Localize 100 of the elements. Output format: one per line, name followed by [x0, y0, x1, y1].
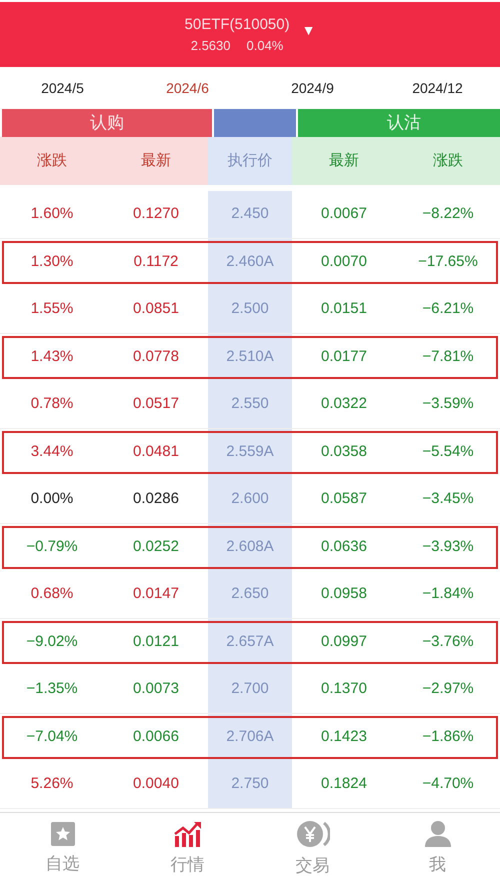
- table-cell-text: 2.750: [231, 774, 269, 794]
- underlying-price: 2.5630: [190, 37, 230, 55]
- table-cell-text: −1.84%: [422, 584, 474, 604]
- table-cell-text: −1.86%: [422, 727, 474, 747]
- table-cell-text: 0.0286: [133, 489, 179, 509]
- table-cell-text: 0.0067: [321, 204, 367, 224]
- table-cell-text: −7.04%: [26, 727, 78, 747]
- column-header: 最新: [141, 150, 171, 171]
- table-cell-text: 2.510A: [226, 347, 274, 367]
- table-cell-text: 0.0147: [133, 584, 179, 604]
- highlighted-row[interactable]: −9.02% 0.0121 2.657A 0.0997 −3.76%: [0, 618, 500, 666]
- table-cell-text: 2.657A: [226, 632, 274, 652]
- put-group-header: 认沽: [298, 109, 500, 137]
- option-row[interactable]: 0.00% 0.0286 2.600 0.0587 −3.45%: [0, 476, 500, 524]
- expiry-tab[interactable]: 2024/6: [166, 78, 209, 98]
- nav-tab[interactable]: 交易: [250, 813, 375, 884]
- table-cell-text: 2.600: [231, 489, 269, 509]
- underlying-title: 50ETF(510050): [184, 14, 290, 34]
- column-header: 涨跌: [37, 150, 67, 171]
- expiry-tab[interactable]: 2024/12: [412, 78, 463, 98]
- table-cell-text: 2.450: [231, 204, 269, 224]
- option-row[interactable]: 1.55% 0.0851 2.500 0.0151 −6.21%: [0, 286, 500, 334]
- table-cell-text: −3.76%: [422, 632, 474, 652]
- table-cell-text: 0.1172: [134, 252, 178, 272]
- table-cell-text: 0.0322: [321, 394, 367, 414]
- table-cell-text: 2.608A: [226, 537, 274, 557]
- call-group-header: 认购: [2, 109, 212, 137]
- table-cell-text: 0.1423: [321, 727, 367, 747]
- table-cell-text: 0.0636: [321, 537, 367, 557]
- nav-tab[interactable]: 行情: [125, 813, 250, 884]
- table-cell-text: 0.68%: [30, 584, 74, 604]
- table-cell-text: −6.21%: [422, 299, 474, 319]
- table-cell-text: 0.0070: [321, 252, 367, 272]
- table-cell-text: 0.1270: [133, 204, 179, 224]
- table-cell-text: 0.78%: [30, 394, 74, 414]
- highlighted-row[interactable]: 1.43% 0.0778 2.510A 0.0177 −7.81%: [0, 334, 500, 381]
- table-cell-text: 0.0587: [321, 489, 367, 509]
- table-cell-text: 3.44%: [30, 442, 74, 462]
- table-cell-text: 0.0851: [133, 299, 179, 319]
- table-cell-text: −17.65%: [418, 252, 478, 272]
- table-cell-text: 5.26%: [30, 774, 74, 794]
- table-cell-text: 0.0958: [321, 584, 367, 604]
- table-cell-text: 2.559A: [226, 442, 274, 462]
- underlying-change: 0.04%: [246, 37, 284, 55]
- option-row[interactable]: 0.68% 0.0147 2.650 0.0958 −1.84%: [0, 571, 500, 618]
- table-cell-text: 0.0517: [133, 394, 179, 414]
- highlighted-row[interactable]: −0.79% 0.0252 2.608A 0.0636 −3.93%: [0, 524, 500, 571]
- table-cell-text: 0.0151: [321, 299, 367, 319]
- column-header: 最新: [329, 150, 359, 171]
- table-cell-text: −4.70%: [422, 774, 474, 794]
- column-header: 涨跌: [433, 150, 463, 171]
- table-cell-text: −7.81%: [422, 347, 474, 367]
- table-cell-text: 1.60%: [30, 204, 74, 224]
- table-cell-text: −3.59%: [422, 394, 474, 414]
- expiry-tab[interactable]: 2024/5: [41, 78, 84, 98]
- option-row[interactable]: 5.26% 0.0040 2.750 0.1824 −4.70%: [0, 761, 500, 808]
- table-cell-text: −9.02%: [26, 632, 78, 652]
- table-cell-text: 2.706A: [226, 727, 274, 747]
- table-cell-text: 0.0066: [133, 727, 179, 747]
- highlighted-row[interactable]: 3.44% 0.0481 2.559A 0.0358 −5.54%: [0, 428, 500, 476]
- table-cell-text: 0.0177: [321, 347, 367, 367]
- chart-icon: [172, 820, 202, 848]
- column-header: 执行价: [228, 150, 272, 171]
- table-cell-text: 2.500: [231, 299, 269, 319]
- highlighted-row[interactable]: 1.30% 0.1172 2.460A 0.0070 −17.65%: [0, 238, 500, 286]
- yen-coin-icon: [296, 818, 330, 849]
- table-cell-text: 0.1824: [321, 774, 367, 794]
- table-cell-text: 0.0040: [133, 774, 179, 794]
- table-cell-text: 0.0252: [133, 537, 179, 557]
- table-cell-text: −3.45%: [422, 489, 474, 509]
- table-cell-text: 1.55%: [30, 299, 74, 319]
- option-row[interactable]: −1.35% 0.0073 2.700 0.1370 −2.97%: [0, 666, 500, 714]
- table-cell-text: 1.30%: [30, 252, 74, 272]
- table-cell-text: 0.00%: [30, 489, 74, 509]
- table-cell-text: 0.0997: [321, 632, 367, 652]
- table-cell-text: 2.460A: [226, 252, 274, 272]
- table-cell-text: 0.0073: [133, 679, 179, 699]
- nav-tab[interactable]: 我: [375, 813, 500, 884]
- table-cell-text: 0.1370: [321, 679, 367, 699]
- highlighted-row[interactable]: −7.04% 0.0066 2.706A 0.1423 −1.86%: [0, 714, 500, 761]
- table-cell-text: −8.22%: [422, 204, 474, 224]
- table-cell-text: −3.93%: [422, 537, 474, 557]
- table-cell-text: 0.0358: [321, 442, 367, 462]
- table-cell-text: −5.54%: [422, 442, 474, 462]
- nav-tab[interactable]: 自选: [0, 813, 125, 884]
- table-cell-text: 0.0121: [133, 632, 179, 652]
- table-cell-text: 0.0778: [133, 347, 179, 367]
- table-cell-text: −2.97%: [422, 679, 474, 699]
- table-cell-text: −0.79%: [26, 537, 78, 557]
- table-cell-text: 2.700: [231, 679, 269, 699]
- table-cell-text: 1.43%: [30, 347, 74, 367]
- table-cell-text: 0.0481: [133, 442, 179, 462]
- option-row[interactable]: 0.78% 0.0517 2.550 0.0322 −3.59%: [0, 381, 500, 428]
- table-cell-text: 2.550: [231, 394, 269, 414]
- table-cell-text: 2.650: [231, 584, 269, 604]
- table-cell-text: −1.35%: [26, 679, 78, 699]
- expiry-tab[interactable]: 2024/9: [291, 78, 334, 98]
- user-icon: [424, 820, 452, 848]
- option-row[interactable]: 1.60% 0.1270 2.450 0.0067 −8.22%: [0, 191, 500, 238]
- dropdown-toggle[interactable]: ▼: [302, 20, 316, 41]
